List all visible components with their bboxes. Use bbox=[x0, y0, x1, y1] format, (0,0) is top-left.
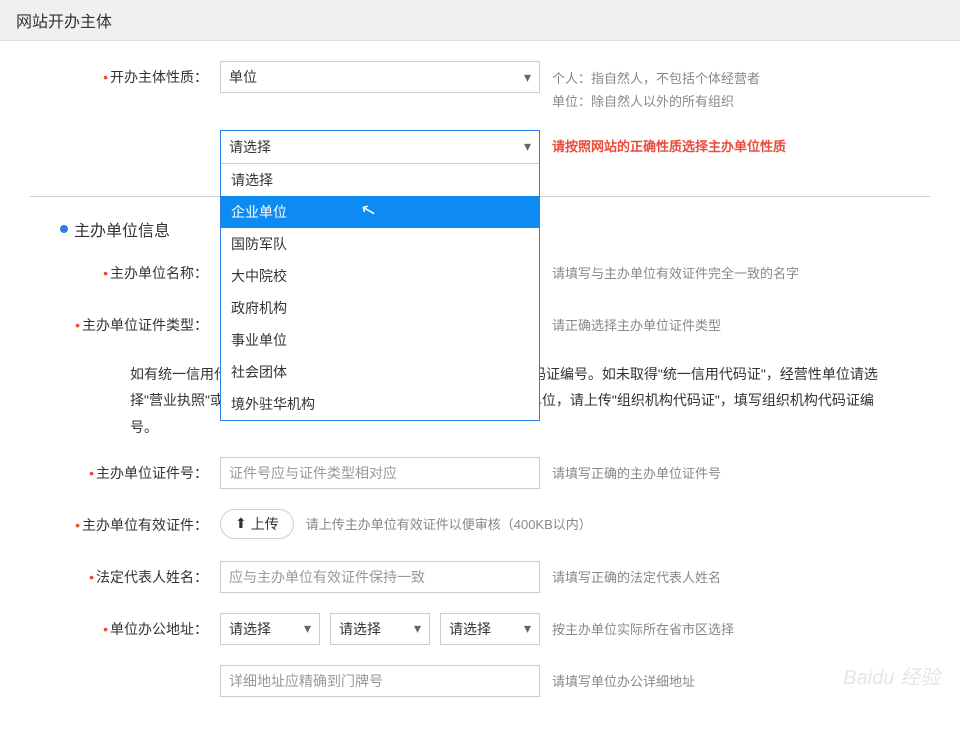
dropdown-option-highlight[interactable]: 企业单位 ↖ bbox=[221, 196, 539, 228]
label-cert-type: •主办单位证件类型： bbox=[30, 309, 220, 335]
hint-legal-name: 请填写正确的法定代表人姓名 bbox=[552, 561, 930, 586]
row-address: •单位办公地址： 请选择 请选择 请选择 按主办单位实际所在省市区选择 bbox=[30, 613, 930, 649]
dropdown-option[interactable]: 请选择 bbox=[221, 164, 539, 196]
select-city[interactable]: 请选择 bbox=[330, 613, 430, 645]
hint-sub-type: 请按照网站的正确性质选择主办单位性质 bbox=[552, 130, 930, 155]
row-entity-type: •开办主体性质： 单位 个人：指自然人，不包括个体经营者 单位：除自然人以外的所… bbox=[30, 61, 930, 114]
page-header: 网站开办主体 bbox=[0, 0, 960, 41]
select-district[interactable]: 请选择 bbox=[440, 613, 540, 645]
input-legal-name[interactable] bbox=[220, 561, 540, 593]
dropdown-list: 请选择 企业单位 ↖ 国防军队 大中院校 政府机构 事业单位 社会团体 境外驻华… bbox=[221, 163, 539, 420]
select-province[interactable]: 请选择 bbox=[220, 613, 320, 645]
dropdown-option[interactable]: 国防军队 bbox=[221, 228, 539, 260]
input-cert-no[interactable] bbox=[220, 457, 540, 489]
label-cert-no: •主办单位证件号： bbox=[30, 457, 220, 483]
hint-entity-type: 个人：指自然人，不包括个体经营者 单位：除自然人以外的所有组织 bbox=[552, 61, 930, 114]
row-legal-name: •法定代表人姓名： 请填写正确的法定代表人姓名 bbox=[30, 561, 930, 597]
dropdown-option[interactable]: 大中院校 bbox=[221, 260, 539, 292]
row-cert-no: •主办单位证件号： 请填写正确的主办单位证件号 bbox=[30, 457, 930, 493]
hint-address: 按主办单位实际所在省市区选择 bbox=[552, 613, 930, 638]
select-entity-type[interactable]: 单位 bbox=[220, 61, 540, 93]
input-address-detail[interactable] bbox=[220, 665, 540, 697]
select-sub-type-head[interactable]: 请选择 bbox=[221, 131, 539, 163]
hint-cert-type: 请正确选择主办单位证件类型 bbox=[552, 309, 930, 334]
upload-icon: ⬆ bbox=[235, 515, 247, 532]
label-entity-type: •开办主体性质： bbox=[30, 61, 220, 87]
label-legal-name: •法定代表人姓名： bbox=[30, 561, 220, 587]
dropdown-option[interactable]: 政府机构 bbox=[221, 292, 539, 324]
hint-address-detail: 请填写单位办公详细地址 bbox=[552, 665, 930, 690]
hint-valid-cert: 请上传主办单位有效证件以便审核（400KB以内） bbox=[306, 514, 930, 533]
bullet-icon bbox=[60, 225, 68, 233]
hint-cert-no: 请填写正确的主办单位证件号 bbox=[552, 457, 930, 482]
hint-org-name: 请填写与主办单位有效证件完全一致的名字 bbox=[552, 257, 930, 282]
form-content: •开办主体性质： 单位 个人：指自然人，不包括个体经营者 单位：除自然人以外的所… bbox=[0, 41, 960, 737]
page-title: 网站开办主体 bbox=[16, 8, 944, 32]
select-sub-type-open[interactable]: 请选择 请选择 企业单位 ↖ 国防军队 大中院校 政府机构 事业单位 社会团体 … bbox=[220, 130, 540, 421]
dropdown-option[interactable]: 境外驻华机构 bbox=[221, 388, 539, 420]
upload-button[interactable]: ⬆ 上传 bbox=[220, 509, 294, 539]
label-valid-cert: •主办单位有效证件： bbox=[30, 509, 220, 535]
row-address-detail: 请填写单位办公详细地址 bbox=[30, 665, 930, 701]
dropdown-option[interactable]: 事业单位 bbox=[221, 324, 539, 356]
label-org-name: •主办单位名称： bbox=[30, 257, 220, 283]
cursor-icon: ↖ bbox=[359, 198, 379, 222]
dropdown-option[interactable]: 社会团体 bbox=[221, 356, 539, 388]
row-sub-type: 请选择 请选择 企业单位 ↖ 国防军队 大中院校 政府机构 事业单位 社会团体 … bbox=[30, 130, 930, 166]
label-address: •单位办公地址： bbox=[30, 613, 220, 639]
row-valid-cert: •主办单位有效证件： ⬆ 上传 请上传主办单位有效证件以便审核（400KB以内） bbox=[30, 509, 930, 545]
